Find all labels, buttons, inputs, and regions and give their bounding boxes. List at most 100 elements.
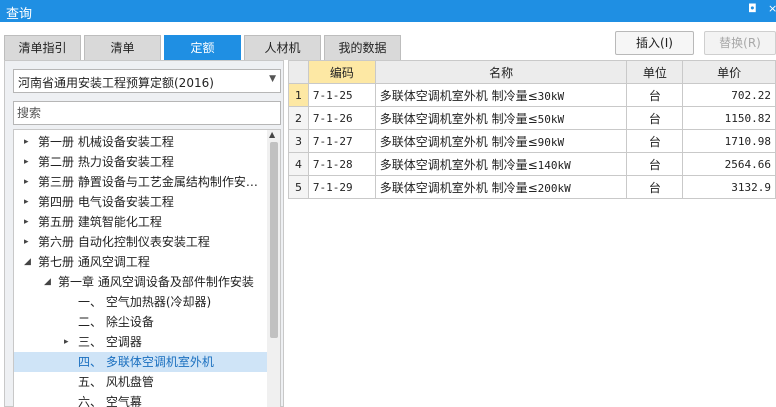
quota-name-spec: 50kW (537, 112, 565, 126)
column-header-unit[interactable]: 单位 (626, 60, 684, 84)
quota-unit: 台 (626, 106, 684, 130)
table-row[interactable]: 1 7-1-25 多联体空调机室外机 制冷量≤30kW 台 702.22 (288, 83, 776, 107)
table-row[interactable]: 4 7-1-28 多联体空调机室外机 制冷量≤140kW 台 2564.66 (288, 152, 776, 176)
quota-name-spec: 140kW (537, 158, 571, 172)
quota-code: 7-1-25 (307, 83, 376, 107)
tree-node-book-6[interactable]: ▸ 第六册 自动化控制仪表安装工程 (14, 232, 268, 252)
column-header-code[interactable]: 编码 (307, 60, 376, 84)
tree-node-section-6[interactable]: 六、 空气幕 (14, 392, 268, 407)
close-icon[interactable]: × (768, 2, 776, 15)
quota-price: 3132.9 (682, 175, 776, 199)
tree-node-section-1[interactable]: 一、 空气加热器(冷却器) (14, 292, 268, 312)
row-index: 1 (288, 83, 309, 107)
expand-icon[interactable]: ▸ (24, 152, 29, 172)
window-title: 查询 (6, 7, 33, 22)
quota-library-select[interactable]: 河南省通用安装工程预算定额(2016) ▼ (13, 69, 281, 93)
quota-name: 多联体空调机室外机 制冷量≤50kW (374, 106, 628, 130)
tree-node-book-2[interactable]: ▸ 第二册 热力设备安装工程 (14, 152, 268, 172)
quota-code: 7-1-28 (307, 152, 376, 176)
column-header-price[interactable]: 单价 (682, 60, 776, 84)
expand-icon[interactable]: ▸ (24, 172, 29, 192)
tree-node-section-3[interactable]: ▸ 三、 空调器 (14, 332, 268, 352)
tree-node-label: 第二册 热力设备安装工程 (38, 155, 174, 169)
tree-node-label: 第五册 建筑智能化工程 (38, 215, 162, 229)
quota-name: 多联体空调机室外机 制冷量≤140kW (374, 152, 628, 176)
table-row[interactable]: 3 7-1-27 多联体空调机室外机 制冷量≤90kW 台 1710.98 (288, 129, 776, 153)
tree-node-label: 六、 空气幕 (78, 395, 142, 407)
expand-icon[interactable]: ▸ (24, 192, 29, 212)
expand-icon[interactable]: ▸ (24, 132, 29, 152)
quota-code: 7-1-27 (307, 129, 376, 153)
quota-price: 702.22 (682, 83, 776, 107)
quota-name-text: 多联体空调机室外机 制冷量≤ (379, 111, 538, 126)
search-input[interactable] (13, 101, 281, 125)
tree-node-book-7[interactable]: ◢ 第七册 通风空调工程 (14, 252, 268, 272)
column-header-name[interactable]: 名称 (374, 60, 628, 84)
collapse-icon[interactable]: ◢ (24, 252, 31, 272)
row-index: 3 (288, 129, 309, 153)
table-row[interactable]: 5 7-1-29 多联体空调机室外机 制冷量≤200kW 台 3132.9 (288, 175, 776, 199)
quota-name-text: 多联体空调机室外机 制冷量≤ (379, 180, 538, 195)
tree-node-label: 五、 风机盘管 (78, 375, 154, 389)
title-bar: 查询 ◘ × (0, 0, 776, 22)
quota-name-text: 多联体空调机室外机 制冷量≤ (379, 157, 538, 172)
quota-price: 2564.66 (682, 152, 776, 176)
scrollbar-thumb[interactable] (270, 142, 278, 338)
tree-node-label: 二、 除尘设备 (78, 315, 154, 329)
insert-button[interactable]: 插入(I) (615, 31, 694, 55)
tab-labor-material-machine[interactable]: 人材机 (244, 35, 321, 60)
quota-name-text: 多联体空调机室外机 制冷量≤ (379, 134, 538, 149)
quota-code: 7-1-29 (307, 175, 376, 199)
tree-node-chapter-1[interactable]: ◢ 第一章 通风空调设备及部件制作安装 (14, 272, 268, 292)
scroll-up-icon[interactable]: ▲ (269, 130, 275, 139)
expand-icon[interactable]: ▸ (64, 332, 69, 352)
tree-node-label: 四、 多联体空调机室外机 (78, 355, 214, 369)
tab-my-data[interactable]: 我的数据 (324, 35, 401, 60)
quota-price: 1150.82 (682, 106, 776, 130)
table-header-row: 编码 名称 单位 单价 (288, 60, 776, 84)
tree-node-label: 一、 空气加热器(冷却器) (78, 295, 212, 309)
toolbar: 清单指引 清单 定额 人材机 我的数据 插入(I) 替换(R) (0, 22, 776, 60)
row-index: 5 (288, 175, 309, 199)
tab-bill[interactable]: 清单 (84, 35, 161, 60)
quota-name-spec: 200kW (537, 181, 571, 195)
tree-node-section-4[interactable]: 四、 多联体空调机室外机 (14, 352, 268, 372)
quota-library-value: 河南省通用安装工程预算定额(2016) (18, 76, 214, 90)
quota-name-spec: 90kW (537, 135, 565, 149)
row-index: 4 (288, 152, 309, 176)
tree-node-book-3[interactable]: ▸ 第三册 静置设备与工艺金属结构制作安… (14, 172, 268, 192)
tree-node-label: 第六册 自动化控制仪表安装工程 (38, 235, 210, 249)
quota-price: 1710.98 (682, 129, 776, 153)
tree-node-book-5[interactable]: ▸ 第五册 建筑智能化工程 (14, 212, 268, 232)
left-panel: 河南省通用安装工程预算定额(2016) ▼ ▸ 第一册 机械设备安装工程 ▸ 第… (4, 60, 284, 407)
row-index-header (288, 60, 309, 84)
table-row[interactable]: 2 7-1-26 多联体空调机室外机 制冷量≤50kW 台 1150.82 (288, 106, 776, 130)
collapse-icon[interactable]: ◢ (44, 272, 51, 292)
tree-node-section-2[interactable]: 二、 除尘设备 (14, 312, 268, 332)
expand-icon[interactable]: ▸ (24, 232, 29, 252)
quota-name-text: 多联体空调机室外机 制冷量≤ (379, 88, 538, 103)
quota-name-spec: 30kW (537, 89, 565, 103)
tree-node-label: 第四册 电气设备安装工程 (38, 195, 174, 209)
tree-node-label: 第一册 机械设备安装工程 (38, 135, 174, 149)
quota-name: 多联体空调机室外机 制冷量≤200kW (374, 175, 628, 199)
tree-scrollbar[interactable]: ▲ (267, 130, 280, 407)
quota-name: 多联体空调机室外机 制冷量≤30kW (374, 83, 628, 107)
tree-node-section-5[interactable]: 五、 风机盘管 (14, 372, 268, 392)
tree-node-label: 第七册 通风空调工程 (38, 255, 150, 269)
tree-node-label: 第三册 静置设备与工艺金属结构制作安… (38, 175, 258, 189)
replace-button[interactable]: 替换(R) (704, 31, 776, 55)
quota-results-table: 编码 名称 单位 单价 1 7-1-25 多联体空调机室外机 制冷量≤30kW … (288, 60, 776, 199)
chapter-tree: ▸ 第一册 机械设备安装工程 ▸ 第二册 热力设备安装工程 ▸ 第三册 静置设备… (13, 129, 281, 407)
quota-unit: 台 (626, 83, 684, 107)
quota-code: 7-1-26 (307, 106, 376, 130)
row-index: 2 (288, 106, 309, 130)
tab-quota[interactable]: 定额 (164, 35, 241, 60)
tree-node-book-1[interactable]: ▸ 第一册 机械设备安装工程 (14, 132, 268, 152)
tab-bill-guide[interactable]: 清单指引 (4, 35, 81, 60)
restore-icon[interactable]: ◘ (748, 2, 757, 15)
expand-icon[interactable]: ▸ (24, 212, 29, 232)
tree-node-label: 三、 空调器 (78, 335, 142, 349)
tree-node-book-4[interactable]: ▸ 第四册 电气设备安装工程 (14, 192, 268, 212)
chevron-down-icon: ▼ (269, 74, 276, 84)
